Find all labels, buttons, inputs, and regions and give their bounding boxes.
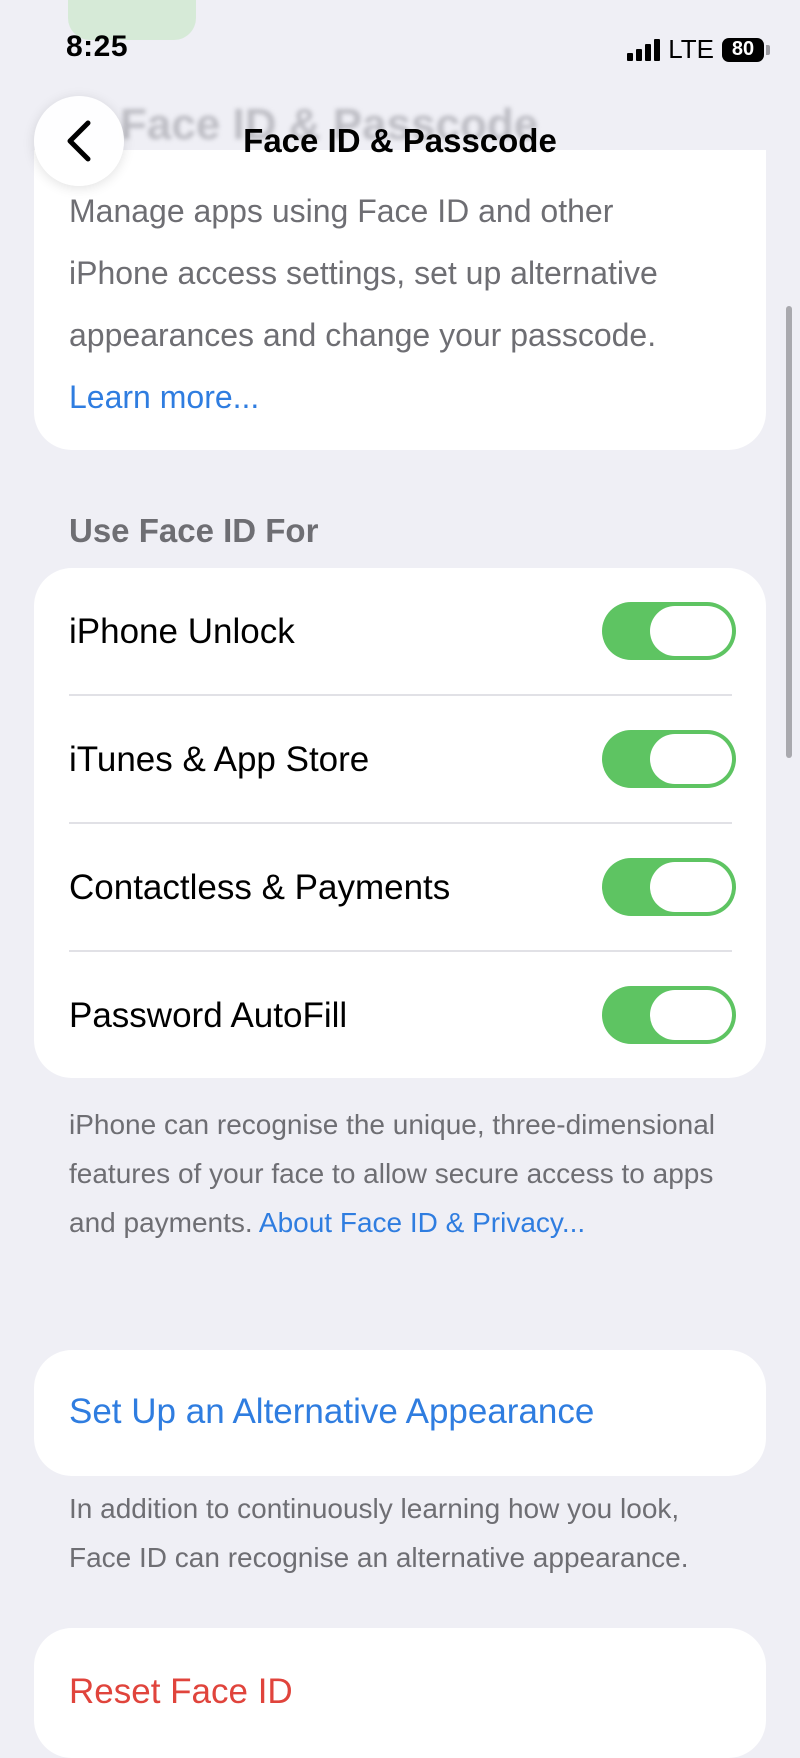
row-password-autofill: Password AutoFill [34, 952, 766, 1080]
status-indicators: LTE 80 [627, 34, 770, 65]
row-label: iPhone Unlock [69, 612, 295, 651]
reset-face-id-label[interactable]: Reset Face ID [69, 1672, 293, 1712]
network-type: LTE [668, 34, 714, 64]
status-time: 8:25 [66, 30, 129, 63]
learn-more-link[interactable]: Learn more... [69, 379, 259, 415]
face-id-footnote: iPhone can recognise the unique, three-d… [69, 1100, 729, 1247]
alternative-appearance-label[interactable]: Set Up an Alternative Appearance [69, 1392, 594, 1432]
page-title: Face ID & Passcode [243, 122, 557, 159]
row-itunes-app-store: iTunes & App Store [34, 696, 766, 824]
toggle-itunes-app-store[interactable] [602, 730, 736, 788]
battery-level: 80 [722, 37, 764, 62]
intro-description: Manage apps using Face ID and other iPho… [69, 180, 709, 428]
about-face-id-privacy-link[interactable]: About Face ID & Privacy... [259, 1207, 585, 1238]
row-label: Contactless & Payments [69, 868, 451, 907]
signal-icon [627, 38, 661, 61]
row-label: Password AutoFill [69, 996, 348, 1035]
toggle-password-autofill[interactable] [602, 986, 736, 1044]
row-iphone-unlock: iPhone Unlock [34, 568, 766, 696]
row-label: iTunes & App Store [69, 740, 370, 779]
intro-text: Manage apps using Face ID and other iPho… [69, 193, 658, 353]
scrollbar[interactable] [786, 306, 792, 758]
toggle-iphone-unlock[interactable] [602, 602, 736, 660]
alternative-appearance-footnote: In addition to continuously learning how… [69, 1493, 689, 1573]
battery-icon: 80 [722, 37, 770, 62]
section-header-use-face-id: Use Face ID For [69, 512, 319, 549]
toggle-contactless-payments[interactable] [602, 858, 736, 916]
row-contactless-payments: Contactless & Payments [34, 824, 766, 952]
